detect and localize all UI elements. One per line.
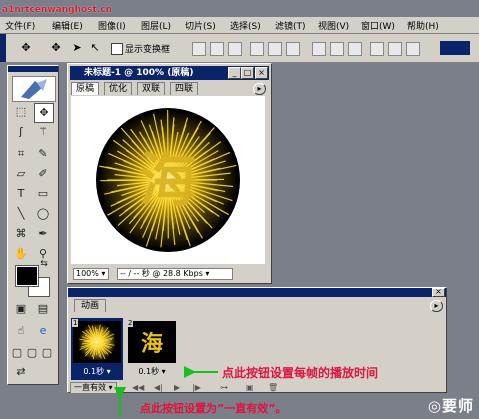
- brand-watermark: ◎要师: [427, 397, 474, 415]
- loop-annotation: 点此按钮设置为”一直有效”。: [140, 402, 287, 415]
- annotation-arrows: [114, 366, 218, 418]
- frame-delay-annotation: 点此按钮设置每帧的播放时间: [222, 366, 379, 380]
